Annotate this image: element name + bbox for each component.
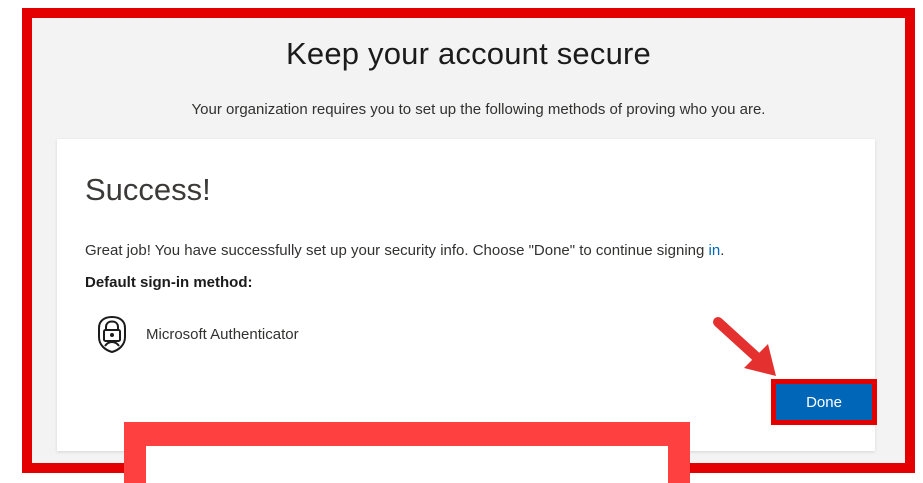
page: Keep your account secure Your organizati… xyxy=(0,0,923,483)
redaction-inner xyxy=(146,446,668,483)
bottom-gap xyxy=(690,473,915,483)
annotation-frame xyxy=(22,8,915,473)
